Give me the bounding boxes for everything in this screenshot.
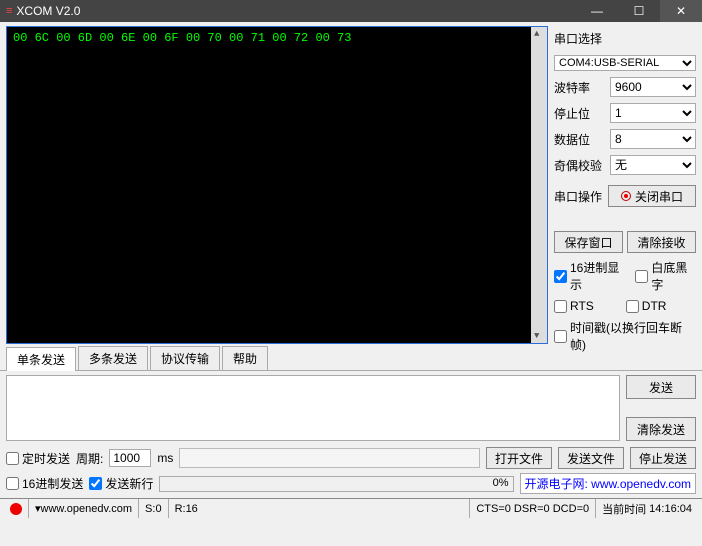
status-indicator-icon bbox=[10, 503, 22, 515]
tab-single-send[interactable]: 单条发送 bbox=[6, 347, 76, 371]
period-label: 周期: bbox=[76, 450, 103, 467]
maximize-button[interactable]: ☐ bbox=[618, 0, 660, 22]
send-button[interactable]: 发送 bbox=[626, 375, 696, 399]
minimize-button[interactable]: — bbox=[576, 0, 618, 22]
tab-multi-send[interactable]: 多条发送 bbox=[78, 346, 148, 370]
tab-help[interactable]: 帮助 bbox=[222, 346, 268, 370]
status-sent: S:0 bbox=[139, 499, 169, 518]
progress-bar: 0% bbox=[159, 476, 513, 492]
rts-check[interactable]: RTS bbox=[554, 299, 594, 313]
status-url[interactable]: ▾ www.openedv.com bbox=[29, 499, 139, 518]
data-select[interactable]: 8 bbox=[610, 129, 696, 149]
receive-terminal[interactable]: 00 6C 00 6D 00 6E 00 6F 00 70 00 71 00 7… bbox=[6, 26, 548, 344]
tab-protocol[interactable]: 协议传输 bbox=[150, 346, 220, 370]
save-window-button[interactable]: 保存窗口 bbox=[554, 231, 623, 253]
clear-send-button[interactable]: 清除发送 bbox=[626, 417, 696, 441]
status-lines: CTS=0 DSR=0 DCD=0 bbox=[470, 499, 596, 518]
link-box[interactable]: 开源电子网: www.openedv.com bbox=[520, 473, 697, 494]
period-input[interactable] bbox=[109, 449, 151, 467]
stop-send-button[interactable]: 停止发送 bbox=[630, 447, 696, 469]
port-select[interactable]: COM4:USB-SERIAL bbox=[554, 55, 696, 71]
timed-send-check[interactable]: 定时发送 bbox=[6, 450, 70, 467]
period-unit: ms bbox=[157, 451, 173, 465]
portop-label: 串口操作 bbox=[554, 188, 602, 205]
status-time: 当前时间 14:16:04 bbox=[596, 499, 698, 518]
open-file-button[interactable]: 打开文件 bbox=[486, 447, 552, 469]
baud-select[interactable]: 9600 bbox=[610, 77, 696, 97]
timestamp-check[interactable]: 时间戳(以换行回车断帧) bbox=[554, 319, 696, 353]
terminal-output: 00 6C 00 6D 00 6E 00 6F 00 70 00 71 00 7… bbox=[13, 31, 351, 45]
stop-label: 停止位 bbox=[554, 105, 606, 122]
file-path-box[interactable] bbox=[179, 448, 480, 468]
send-input[interactable] bbox=[6, 375, 620, 441]
close-button[interactable]: ✕ bbox=[660, 0, 702, 22]
app-icon: ≡ bbox=[6, 5, 12, 17]
status-received: R:16 bbox=[169, 499, 471, 518]
data-label: 数据位 bbox=[554, 131, 606, 148]
terminal-scrollbar[interactable] bbox=[531, 27, 547, 343]
hex-display-check[interactable]: 16进制显示 bbox=[554, 259, 627, 293]
window-title: XCOM V2.0 bbox=[16, 4, 576, 18]
hex-send-check[interactable]: 16进制发送 bbox=[6, 475, 83, 492]
parity-label: 奇偶校验 bbox=[554, 157, 606, 174]
stop-select[interactable]: 1 bbox=[610, 103, 696, 123]
record-icon bbox=[621, 191, 631, 201]
baud-label: 波特率 bbox=[554, 79, 606, 96]
parity-select[interactable]: 无 bbox=[610, 155, 696, 175]
port-toggle-button[interactable]: 关闭串口 bbox=[608, 185, 696, 207]
white-bg-check[interactable]: 白底黑字 bbox=[635, 259, 696, 293]
port-select-label: 串口选择 bbox=[554, 30, 696, 47]
clear-receive-button[interactable]: 清除接收 bbox=[627, 231, 696, 253]
dtr-check[interactable]: DTR bbox=[626, 299, 667, 313]
send-newline-check[interactable]: 发送新行 bbox=[89, 475, 153, 492]
send-file-button[interactable]: 发送文件 bbox=[558, 447, 624, 469]
